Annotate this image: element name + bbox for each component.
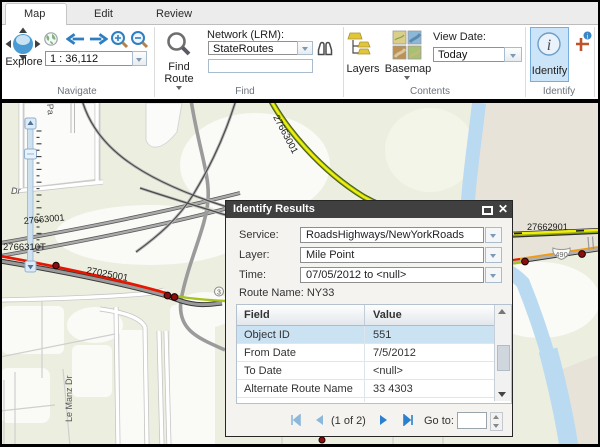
svg-text:3: 3	[217, 290, 221, 297]
svg-text:i: i	[587, 33, 589, 41]
svg-text:Le Manz Dr: Le Manz Dr	[64, 375, 74, 422]
svg-text:Pa: Pa	[45, 103, 56, 115]
svg-text:Dr: Dr	[11, 186, 21, 196]
svg-text:27662901: 27662901	[527, 222, 568, 232]
svg-text:2766310T: 2766310T	[3, 242, 46, 253]
svg-text:i: i	[547, 37, 551, 54]
svg-text:490: 490	[555, 250, 568, 259]
